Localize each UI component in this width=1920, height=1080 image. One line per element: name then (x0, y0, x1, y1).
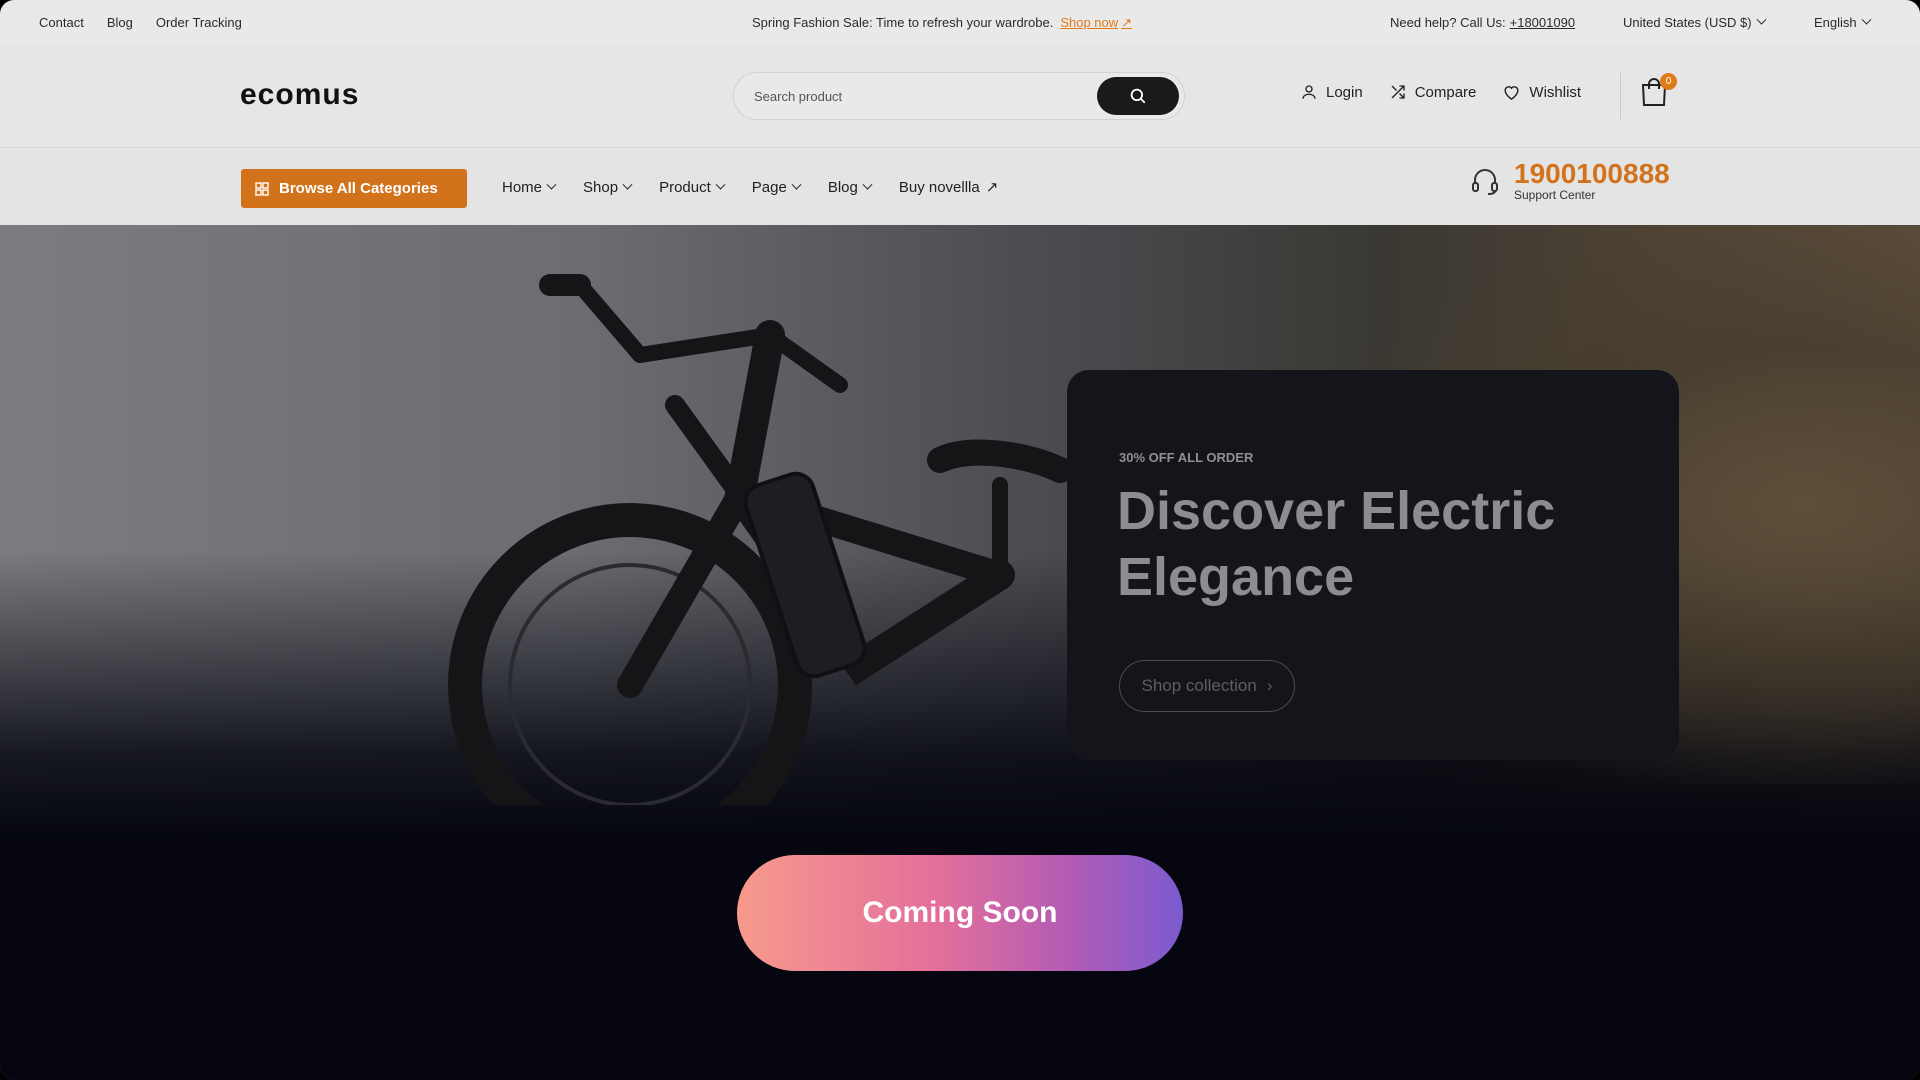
page: Contact Blog Order Tracking Spring Fashi… (0, 0, 1920, 1080)
chevron-down-icon (546, 179, 557, 190)
support-label: Support Center (1514, 188, 1596, 202)
nav-item-label: Buy novellla (898, 178, 980, 196)
arrow-up-right-icon: ↗ (985, 179, 999, 196)
search-icon (1130, 88, 1146, 104)
wishlist-button[interactable]: Wishlist (1502, 83, 1581, 101)
currency-selector[interactable]: United States (USD $) (1623, 14, 1767, 30)
logo[interactable]: ecomus (240, 78, 359, 112)
support-center: 1900100888 Support Center (1470, 160, 1670, 202)
promo-text: Spring Fashion Sale: Time to refresh you… (752, 14, 1054, 30)
promo-tag: 30% OFF ALL ORDER (1119, 450, 1254, 465)
shop-collection-button[interactable]: Shop collection › (1119, 660, 1295, 712)
hero-banner: 30% OFF ALL ORDER Discover Electric Eleg… (0, 225, 1920, 1080)
search-button[interactable] (1097, 77, 1179, 115)
wishlist-label: Wishlist (1529, 83, 1582, 101)
support-text: 1900100888 Support Center (1514, 160, 1670, 203)
cart-button[interactable]: 0 (1640, 73, 1677, 112)
browse-categories-label: Browse All Categories (279, 180, 438, 197)
electric-bike-image (448, 274, 1073, 805)
nav-item-product[interactable]: Product (659, 178, 726, 196)
browse-categories-button[interactable]: Browse All Categories (241, 169, 467, 208)
order-tracking-link[interactable]: Order Tracking (156, 15, 242, 30)
nav-item-page[interactable]: Page (751, 178, 802, 196)
language-value: English (1814, 15, 1857, 30)
help-info: Need help? Call Us: +18001090 (1390, 15, 1575, 30)
support-phone-number[interactable]: 1900100888 (1514, 160, 1670, 188)
nav-item-blog[interactable]: Blog (827, 178, 873, 196)
shop-collection-label: Shop collection (1141, 676, 1257, 695)
chevron-down-icon (1861, 14, 1872, 25)
hero-title: Discover Electric Elegance (1117, 481, 1556, 607)
nav-item-home[interactable]: Home (502, 178, 557, 196)
nav-item-label: Product (659, 178, 711, 196)
search-input[interactable] (734, 88, 1097, 104)
compare-icon (1391, 85, 1405, 99)
site-header: ecomus Login Compare Wishlist 0 (0, 45, 1920, 148)
top-bar: Contact Blog Order Tracking Spring Fashi… (0, 0, 1920, 45)
nav-item-label: Blog (827, 178, 858, 196)
language-selector[interactable]: English (1814, 14, 1872, 30)
chevron-down-icon (715, 179, 726, 190)
login-label: Login (1326, 83, 1363, 101)
nav-item-label: Home (502, 178, 543, 196)
nav-item-buy-novellla[interactable]: Buy novellla ↗ (898, 178, 999, 197)
currency-value: United States (USD $) (1623, 15, 1752, 30)
blog-link[interactable]: Blog (107, 15, 133, 30)
header-actions: Login Compare Wishlist (1300, 83, 1581, 101)
headset-icon (1472, 169, 1498, 195)
heart-icon (1504, 86, 1519, 100)
grid-icon (255, 181, 269, 196)
main-nav: Browse All Categories Home Shop Product … (0, 148, 1920, 225)
nav-item-label: Page (751, 178, 787, 196)
nav-item-label: Shop (583, 178, 619, 196)
coming-soon-badge: Coming Soon (737, 855, 1183, 971)
user-icon (1302, 85, 1316, 99)
compare-button[interactable]: Compare (1389, 83, 1477, 101)
help-phone-link[interactable]: +18001090 (1510, 15, 1575, 30)
help-text: Need help? Call Us: (1390, 15, 1506, 30)
chevron-down-icon (1756, 14, 1767, 25)
top-links: Contact Blog Order Tracking (39, 15, 242, 30)
promo-announcement: Spring Fashion Sale: Time to refresh you… (752, 15, 1132, 31)
chevron-right-icon: › (1266, 676, 1273, 695)
contact-link[interactable]: Contact (39, 15, 84, 30)
chevron-down-icon (862, 179, 873, 190)
promo-card: 30% OFF ALL ORDER Discover Electric Eleg… (1067, 370, 1679, 760)
shop-now-label: Shop now (1060, 15, 1119, 30)
chevron-down-icon (791, 179, 802, 190)
compare-label: Compare (1414, 83, 1477, 101)
search-bar (733, 72, 1185, 120)
arrow-up-right-icon: ↗ (1121, 14, 1133, 30)
login-button[interactable]: Login (1300, 83, 1363, 101)
cart-count-badge: 0 (1660, 73, 1677, 90)
chevron-down-icon (622, 179, 633, 190)
nav-menu: Home Shop Product Page Blog Buy novellla… (502, 178, 999, 197)
header-divider (1620, 73, 1621, 119)
shop-now-link[interactable]: Shop now ↗ (1060, 15, 1132, 31)
nav-item-shop[interactable]: Shop (583, 178, 633, 196)
